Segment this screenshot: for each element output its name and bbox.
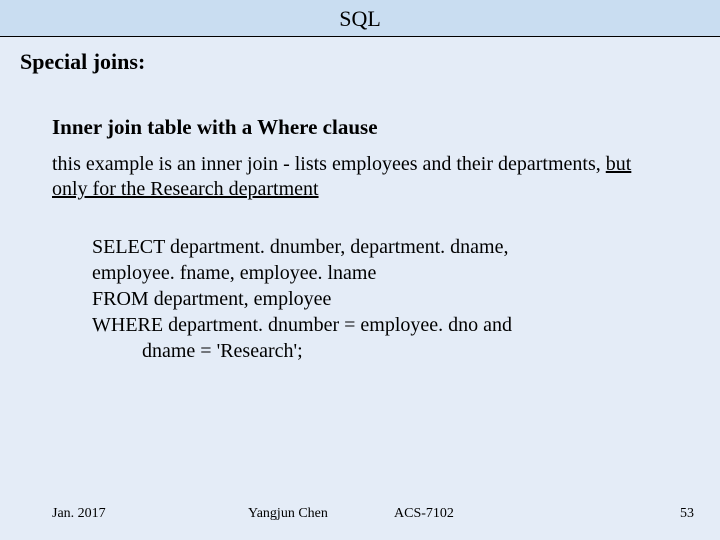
footer-page-number: 53 bbox=[680, 506, 694, 522]
slide-title: SQL bbox=[0, 0, 720, 36]
section-heading: Special joins: bbox=[0, 37, 720, 75]
description: this example is an inner join - lists em… bbox=[0, 140, 720, 202]
footer: Jan. 2017 Yangjun Chen ACS-7102 53 bbox=[0, 506, 720, 522]
sql-block: SELECT department. dnumber, department. … bbox=[0, 202, 720, 364]
subheading: Inner join table with a Where clause bbox=[0, 75, 720, 140]
footer-date: Jan. 2017 bbox=[0, 506, 106, 522]
footer-course: ACS-7102 bbox=[394, 506, 454, 522]
sql-line-2: employee. fname, employee. lname bbox=[92, 260, 660, 286]
sql-line-5: dname = 'Research'; bbox=[92, 338, 660, 364]
sql-line-4: WHERE department. dnumber = employee. dn… bbox=[92, 312, 660, 338]
footer-author: Yangjun Chen bbox=[248, 506, 328, 522]
sql-line-3: FROM department, employee bbox=[92, 286, 660, 312]
sql-line-1: SELECT department. dnumber, department. … bbox=[92, 234, 660, 260]
description-text: this example is an inner join - lists em… bbox=[52, 153, 606, 175]
